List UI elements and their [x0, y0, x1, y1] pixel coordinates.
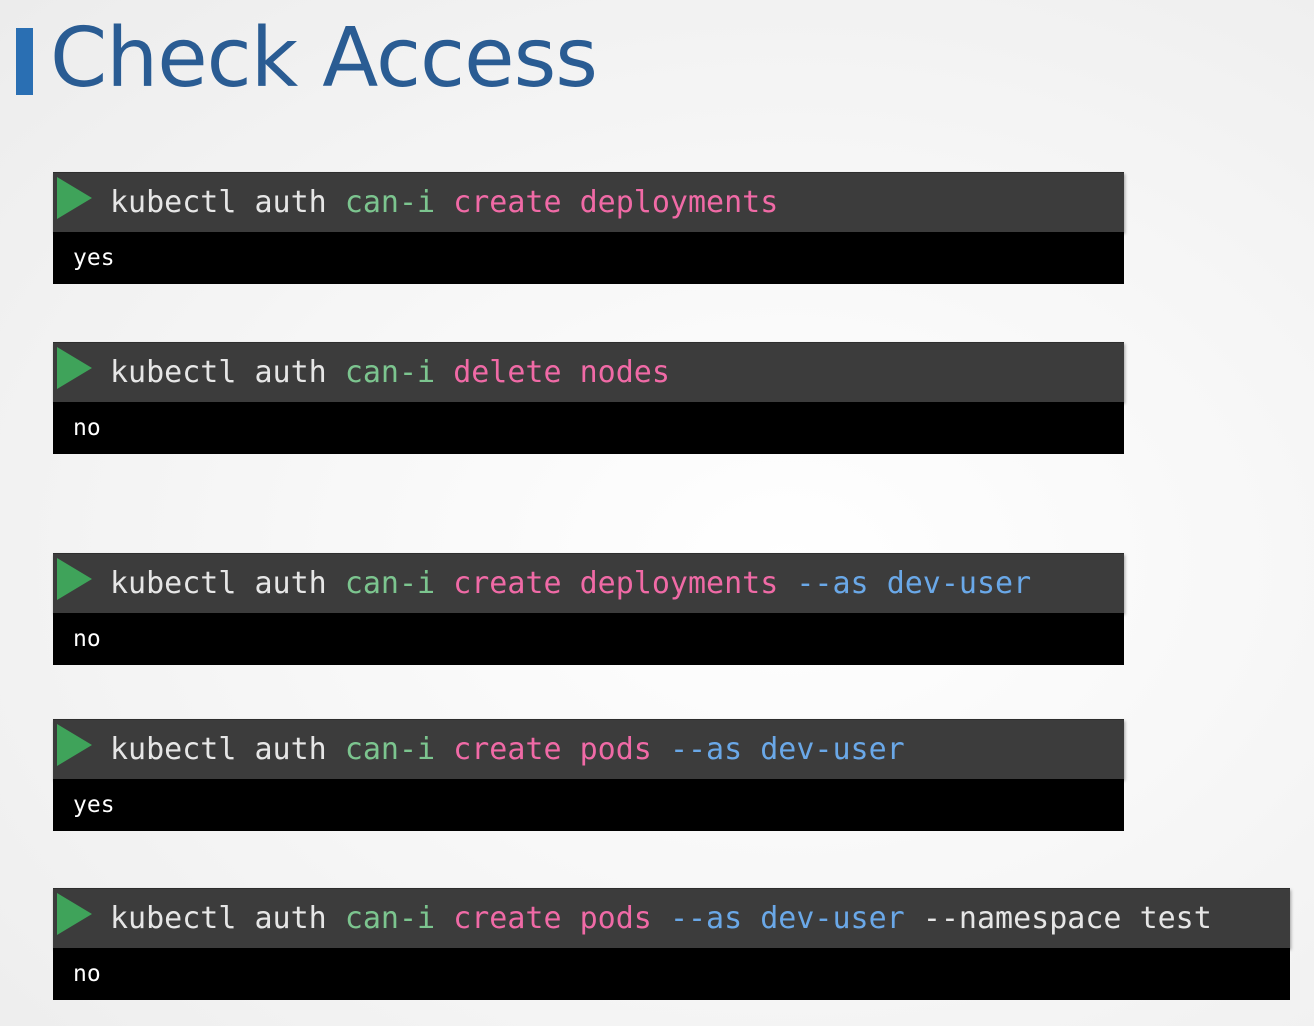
command-output: no — [53, 613, 1124, 665]
command-token: auth — [254, 901, 327, 936]
command-text: kubectl auth can-i create deployments — [110, 173, 778, 233]
page-title: Check Access — [50, 11, 598, 106]
command-token: kubectl — [110, 901, 237, 936]
command-line: kubectl auth can-i create pods --as dev-… — [53, 888, 1290, 948]
command-line: kubectl auth can-i create deployments — [53, 172, 1124, 232]
command-output: no — [53, 948, 1290, 1000]
command-token: dev-user — [760, 732, 905, 767]
command-line: kubectl auth can-i create deployments --… — [53, 553, 1124, 613]
command-token: pods — [579, 901, 652, 936]
command-block: kubectl auth can-i delete nodes no — [53, 342, 1124, 454]
command-token: test — [1139, 901, 1212, 936]
command-token: pods — [579, 732, 652, 767]
command-text: kubectl auth can-i delete nodes — [110, 343, 670, 403]
play-icon — [57, 893, 92, 935]
command-token: can-i — [344, 566, 436, 601]
command-output: yes — [53, 232, 1124, 284]
command-token: --as — [669, 732, 743, 767]
command-block: kubectl auth can-i create deployments ye… — [53, 172, 1124, 284]
command-text: kubectl auth can-i create pods --as dev-… — [110, 889, 1212, 949]
command-block: kubectl auth can-i create deployments --… — [53, 553, 1124, 665]
command-token: can-i — [344, 901, 436, 936]
command-token: auth — [254, 355, 327, 390]
command-token: create — [453, 185, 562, 220]
command-text: kubectl auth can-i create deployments --… — [110, 554, 1031, 614]
command-token: can-i — [344, 355, 436, 390]
title-accent-bar — [16, 28, 33, 95]
command-token: can-i — [344, 732, 436, 767]
command-text: kubectl auth can-i create pods --as dev-… — [110, 720, 905, 780]
command-token: can-i — [344, 185, 436, 220]
command-token: delete — [453, 355, 562, 390]
command-token: auth — [254, 185, 327, 220]
command-token: kubectl — [110, 355, 237, 390]
command-output: yes — [53, 779, 1124, 831]
command-token: create — [453, 566, 562, 601]
play-icon — [57, 177, 92, 219]
command-token: --as — [796, 566, 869, 601]
command-token: nodes — [579, 355, 670, 390]
command-token: auth — [254, 566, 327, 601]
command-token: kubectl — [110, 732, 237, 767]
command-output: no — [53, 402, 1124, 454]
command-token: kubectl — [110, 185, 237, 220]
command-token: deployments — [579, 566, 779, 601]
command-token: dev-user — [760, 901, 905, 936]
play-icon — [57, 347, 92, 389]
command-token: create — [453, 901, 562, 936]
command-block: kubectl auth can-i create pods --as dev-… — [53, 719, 1124, 831]
command-token: deployments — [579, 185, 779, 220]
command-token: --as — [669, 901, 743, 936]
command-line: kubectl auth can-i create pods --as dev-… — [53, 719, 1124, 779]
command-token: create — [453, 732, 562, 767]
command-block: kubectl auth can-i create pods --as dev-… — [53, 888, 1290, 1000]
command-line: kubectl auth can-i delete nodes — [53, 342, 1124, 402]
command-token: auth — [254, 732, 327, 767]
command-token: kubectl — [110, 566, 237, 601]
play-icon — [57, 558, 92, 600]
command-token: --namespace — [922, 901, 1122, 936]
play-icon — [57, 724, 92, 766]
command-token: dev-user — [886, 566, 1032, 601]
